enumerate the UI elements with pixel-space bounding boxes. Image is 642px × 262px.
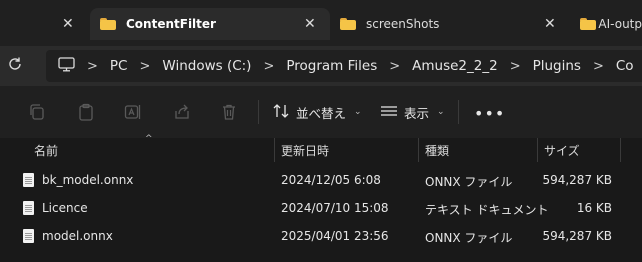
- toolbar-divider: [258, 100, 259, 124]
- table-row[interactable]: bk_model.onnx 2024/12/05 6:08 ONNX ファイル …: [0, 166, 642, 194]
- sort-button[interactable]: 並べ替え ⌄: [272, 101, 362, 123]
- file-type: テキスト ドキュメント: [425, 203, 549, 217]
- toolbar-divider: [458, 100, 459, 124]
- folder-icon: [100, 18, 116, 30]
- column-divider[interactable]: [620, 138, 621, 162]
- chevron-right-icon[interactable]: >: [389, 59, 400, 74]
- column-size[interactable]: サイズ: [544, 142, 580, 159]
- file-type: ONNX ファイル: [425, 175, 513, 189]
- view-button[interactable]: 表示 ⌄: [380, 101, 445, 123]
- tab-label: AI-outp: [598, 17, 642, 31]
- table-row[interactable]: model.onnx 2025/04/01 23:56 ONNX ファイル 59…: [0, 222, 642, 250]
- tab-screenshots[interactable]: screenShots ✕: [330, 8, 560, 40]
- column-type[interactable]: 種類: [425, 142, 449, 159]
- file-name: bk_model.onnx: [42, 173, 134, 187]
- copy-icon[interactable]: [28, 103, 48, 121]
- chevron-right-icon[interactable]: >: [510, 59, 521, 74]
- tab-label: screenShots: [366, 17, 440, 31]
- refresh-icon[interactable]: [6, 56, 24, 74]
- delete-icon[interactable]: [220, 103, 240, 121]
- close-icon[interactable]: ✕: [304, 16, 316, 32]
- view-list-icon: [380, 104, 398, 121]
- address-bar[interactable]: > PC > Windows (C:) > Program Files > Am…: [46, 50, 642, 82]
- file-size: 594,287 KB: [542, 173, 612, 187]
- navigation-bar: > PC > Windows (C:) > Program Files > Am…: [0, 46, 642, 86]
- folder-icon: [580, 18, 597, 30]
- close-icon[interactable]: ✕: [62, 16, 74, 32]
- breadcrumb-item-pc[interactable]: PC: [110, 58, 128, 74]
- rename-icon[interactable]: [124, 103, 144, 121]
- file-name: model.onnx: [42, 229, 113, 243]
- breadcrumb-item-contentfilter[interactable]: Co: [616, 58, 634, 74]
- sort-icon: [272, 103, 290, 122]
- chevron-right-icon[interactable]: >: [263, 59, 274, 74]
- file-name: Licence: [42, 201, 88, 215]
- chevron-right-icon[interactable]: >: [593, 59, 604, 74]
- file-icon: [23, 173, 34, 187]
- folder-icon: [340, 18, 356, 30]
- paste-icon[interactable]: [77, 103, 97, 121]
- breadcrumb-item-amuse[interactable]: Amuse2_2_2: [412, 58, 498, 74]
- close-icon[interactable]: ✕: [544, 16, 556, 32]
- column-modified[interactable]: 更新日時: [281, 142, 329, 159]
- column-name[interactable]: 名前: [34, 142, 58, 159]
- column-divider[interactable]: [537, 138, 538, 162]
- column-header: ^ 名前 更新日時 種類 サイズ: [0, 134, 642, 162]
- tab-ai-output[interactable]: AI-outp: [570, 8, 642, 40]
- tab-strip: ✕ ContentFilter ✕ screenShots ✕ AI-outp: [0, 0, 642, 46]
- file-size: 594,287 KB: [542, 229, 612, 243]
- table-row[interactable]: Licence 2024/07/10 15:08 テキスト ドキュメント 16 …: [0, 194, 642, 222]
- tab-close-previous[interactable]: ✕: [58, 8, 78, 40]
- file-modified: 2025/04/01 23:56: [281, 229, 389, 243]
- breadcrumb-item-plugins[interactable]: Plugins: [533, 58, 581, 74]
- column-divider[interactable]: [274, 138, 275, 162]
- breadcrumb-item-windows[interactable]: Windows (C:): [162, 58, 251, 74]
- breadcrumb: > PC > Windows (C:) > Program Files > Am…: [46, 50, 634, 82]
- tab-contentfilter[interactable]: ContentFilter ✕: [90, 8, 330, 40]
- chevron-down-icon: ⌄: [437, 107, 445, 117]
- file-modified: 2024/12/05 6:08: [281, 173, 381, 187]
- file-size: 16 KB: [576, 201, 612, 215]
- chevron-right-icon[interactable]: >: [139, 59, 150, 74]
- share-icon[interactable]: [173, 103, 193, 121]
- chevron-down-icon: ⌄: [354, 107, 362, 117]
- file-modified: 2024/07/10 15:08: [281, 201, 389, 215]
- text-document-icon: [23, 201, 34, 215]
- command-bar: 並べ替え ⌄ 表示 ⌄ •••: [0, 86, 642, 139]
- sort-ascending-icon: ^: [145, 134, 153, 144]
- column-divider[interactable]: [418, 138, 419, 162]
- file-icon: [23, 229, 34, 243]
- breadcrumb-item-program-files[interactable]: Program Files: [286, 58, 377, 74]
- more-options-icon[interactable]: •••: [474, 104, 505, 123]
- view-label: 表示: [404, 105, 430, 121]
- tab-label: ContentFilter: [126, 17, 216, 31]
- computer-icon[interactable]: [58, 56, 75, 76]
- sort-label: 並べ替え: [296, 105, 347, 121]
- file-type: ONNX ファイル: [425, 231, 513, 245]
- chevron-right-icon[interactable]: >: [87, 59, 98, 74]
